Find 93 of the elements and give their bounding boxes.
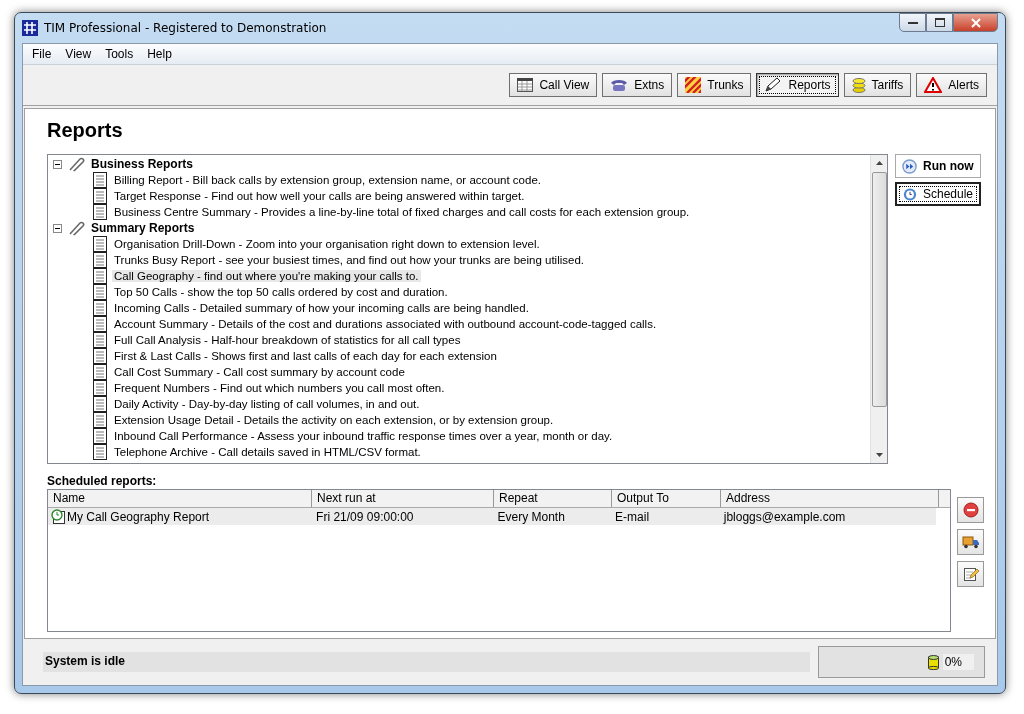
column-header[interactable]: Name xyxy=(48,490,312,507)
document-icon xyxy=(93,316,107,333)
column-header[interactable]: Address xyxy=(721,490,939,507)
tree-item[interactable]: Inbound Call Performance - Assess your inbound traffic response times over a year, month or day. xyxy=(112,430,615,443)
tree-item[interactable]: Full Call Analysis - Half-hour breakdown of statistics for all call types xyxy=(112,334,463,347)
column-header[interactable]: Repeat xyxy=(494,490,612,507)
toolbar-button[interactable]: Trunks xyxy=(677,73,752,97)
document-icon xyxy=(93,364,107,381)
maximize-button[interactable] xyxy=(926,13,953,32)
toolbar-button[interactable]: Call View xyxy=(509,73,598,97)
window-title: TIM Professional - Registered to Demonstration xyxy=(44,21,327,35)
tree-item[interactable]: Billing Report - Bill back calls by extension group, extension name, or account code. xyxy=(112,174,543,187)
table-cell: E-mail xyxy=(615,509,650,524)
scrollbar[interactable] xyxy=(870,155,887,464)
tree-item[interactable]: Organisation Drill-Down - Zoom into your organisation right down to extension level. xyxy=(112,238,542,251)
document-icon xyxy=(93,236,107,253)
tree-item[interactable]: Daily Activity - Day-by-day listing of call volumes, in and out. xyxy=(112,398,422,411)
document-icon xyxy=(93,284,107,301)
document-icon xyxy=(93,332,107,349)
document-icon xyxy=(93,268,107,285)
tree-item[interactable]: Call Cost Summary - Call cost summary by account code xyxy=(112,366,407,379)
document-icon xyxy=(93,172,107,189)
document-icon xyxy=(93,188,107,205)
usage-percentage: 0% xyxy=(942,654,974,670)
toolbar-button[interactable]: Tariffs xyxy=(843,73,912,97)
close-button[interactable] xyxy=(953,13,998,32)
toolbar-button[interactable]: Extns xyxy=(602,73,673,97)
table-cell: Every Month xyxy=(497,509,565,524)
document-icon xyxy=(93,348,107,365)
action-button[interactable]: Run now xyxy=(895,154,981,179)
menu-item[interactable]: View xyxy=(58,47,99,61)
tree-item[interactable]: Incoming Calls - Detailed summary of how your incoming calls are being handled. xyxy=(112,302,531,315)
document-icon xyxy=(93,380,107,397)
status-message: System is idle xyxy=(43,652,811,672)
document-icon xyxy=(93,412,107,429)
edit-document-icon xyxy=(962,566,979,582)
toolbar-button[interactable]: Alerts xyxy=(916,73,987,97)
document-icon xyxy=(93,428,107,445)
paperclip-icon xyxy=(68,156,86,173)
collapse-icon[interactable] xyxy=(53,159,62,169)
pencil-icon xyxy=(764,77,783,93)
tree-item[interactable]: Telephone Archive - Call details saved in HTML/CSV format. xyxy=(112,446,423,459)
tree-item[interactable]: Frequent Numbers - Find out which numbers you call most often. xyxy=(112,382,447,395)
tree-item[interactable]: Extension Usage Detail - Details the activity on each extension, or by extension group. xyxy=(112,414,556,427)
tree-item[interactable]: Business Centre Summary - Provides a line-by-line total of fixed charges and call costs for each extension group. xyxy=(112,206,692,219)
tree-item[interactable]: Top 50 Calls - show the top 50 calls ordered by cost and duration. xyxy=(112,286,450,299)
coins-icon xyxy=(851,77,866,93)
minimize-button[interactable] xyxy=(899,13,926,32)
action-button[interactable]: Schedule xyxy=(895,182,981,207)
page-heading: Reports xyxy=(47,119,124,143)
document-icon xyxy=(93,204,107,221)
database-icon xyxy=(927,654,939,670)
table-cell: My Call Geography Report xyxy=(67,509,210,524)
toolbar-button[interactable]: Reports xyxy=(756,73,839,97)
tree-item[interactable]: Account Summary - Details of the cost and durations associated with outbound account-code-tagged calls. xyxy=(112,318,659,331)
menu-item[interactable]: File xyxy=(25,47,59,61)
scroll-up-icon xyxy=(875,161,883,166)
telephone-icon xyxy=(610,78,629,92)
delete-icon xyxy=(962,502,979,518)
column-header[interactable]: Output To xyxy=(612,490,721,507)
document-icon xyxy=(93,444,107,461)
table-cell: jbloggs@example.com xyxy=(723,509,846,524)
tree-item[interactable]: Call Geography - find out where you're making your calls to. xyxy=(112,270,421,283)
tree-item[interactable]: Target Response - Find out how well your calls are being answered within target. xyxy=(112,190,527,203)
striped-icon xyxy=(685,77,702,93)
grid-icon xyxy=(22,20,38,36)
menu-item[interactable]: Help xyxy=(140,47,179,61)
warning-icon xyxy=(924,77,943,93)
tree-group-label[interactable]: Business Reports xyxy=(91,157,194,172)
section-label: Scheduled reports: xyxy=(47,474,158,489)
clock-icon xyxy=(903,186,917,202)
maximize-icon xyxy=(934,18,945,27)
clock-document-icon xyxy=(51,509,65,524)
column-header[interactable]: Next run at xyxy=(312,490,494,507)
truck-icon xyxy=(961,535,980,549)
scroll-down-icon xyxy=(875,453,883,458)
collapse-icon[interactable] xyxy=(53,223,62,233)
menu-item[interactable]: Tools xyxy=(98,47,141,61)
tree-item[interactable]: Trunks Busy Report - see your busiest times, and find out how your trunks are being utilised. xyxy=(112,254,587,267)
table-row[interactable]: My Call Geography Report Fri 21/09 09:00:00 Every Month E-mail jbloggs@example.com xyxy=(48,508,936,525)
document-icon xyxy=(93,252,107,269)
truck-button[interactable] xyxy=(957,529,984,555)
table-cell: Fri 21/09 09:00:00 xyxy=(316,509,414,524)
tree-item[interactable]: First & Last Calls - Shows first and last calls of each day for each extension xyxy=(112,350,499,363)
delete-button[interactable] xyxy=(957,497,984,523)
close-icon xyxy=(970,17,981,28)
edit-button[interactable] xyxy=(957,561,984,587)
document-icon xyxy=(93,300,107,317)
table-icon xyxy=(517,78,534,92)
tree-group-label[interactable]: Summary Reports xyxy=(91,221,195,236)
fast-forward-icon xyxy=(902,158,917,174)
document-icon xyxy=(93,396,107,413)
paperclip-icon xyxy=(68,220,86,237)
